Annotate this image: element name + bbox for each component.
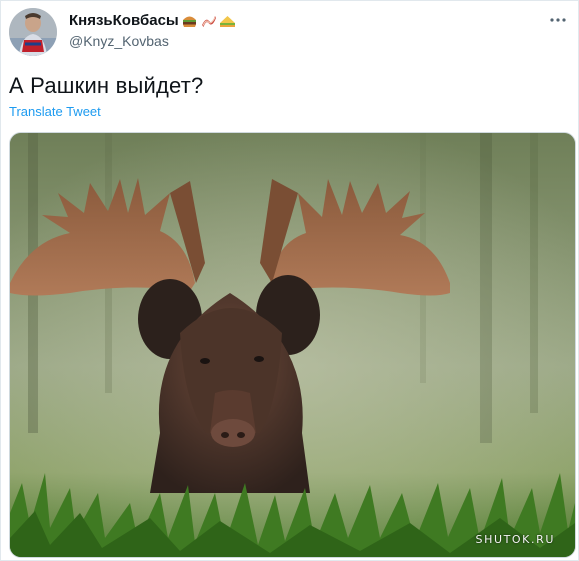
- bacon-emoji: [200, 13, 217, 29]
- avatar[interactable]: [9, 8, 57, 56]
- tweet-card: КнязьКовбасы @Knyz_Kovbas А Рашкин выйде…: [0, 0, 579, 561]
- translate-tweet-link[interactable]: Translate Tweet: [9, 103, 101, 121]
- sandwich-emoji: [219, 13, 236, 29]
- author-name-row[interactable]: КнязьКовбасы: [69, 11, 236, 31]
- more-horizontal-icon: [550, 18, 566, 22]
- boar-with-antlers-image: [10, 133, 575, 557]
- user-handle[interactable]: @Knyz_Kovbas: [69, 32, 169, 50]
- watermark: SHUTOK.RU: [475, 533, 555, 546]
- display-name[interactable]: КнязьКовбасы: [69, 11, 179, 31]
- hamburger-emoji: [181, 13, 198, 29]
- avatar-image: [9, 8, 57, 56]
- tweet-text: А Рашкин выйдет?: [9, 73, 204, 98]
- tweet-photo[interactable]: SHUTOK.RU: [9, 132, 576, 558]
- more-options-button[interactable]: [546, 9, 570, 31]
